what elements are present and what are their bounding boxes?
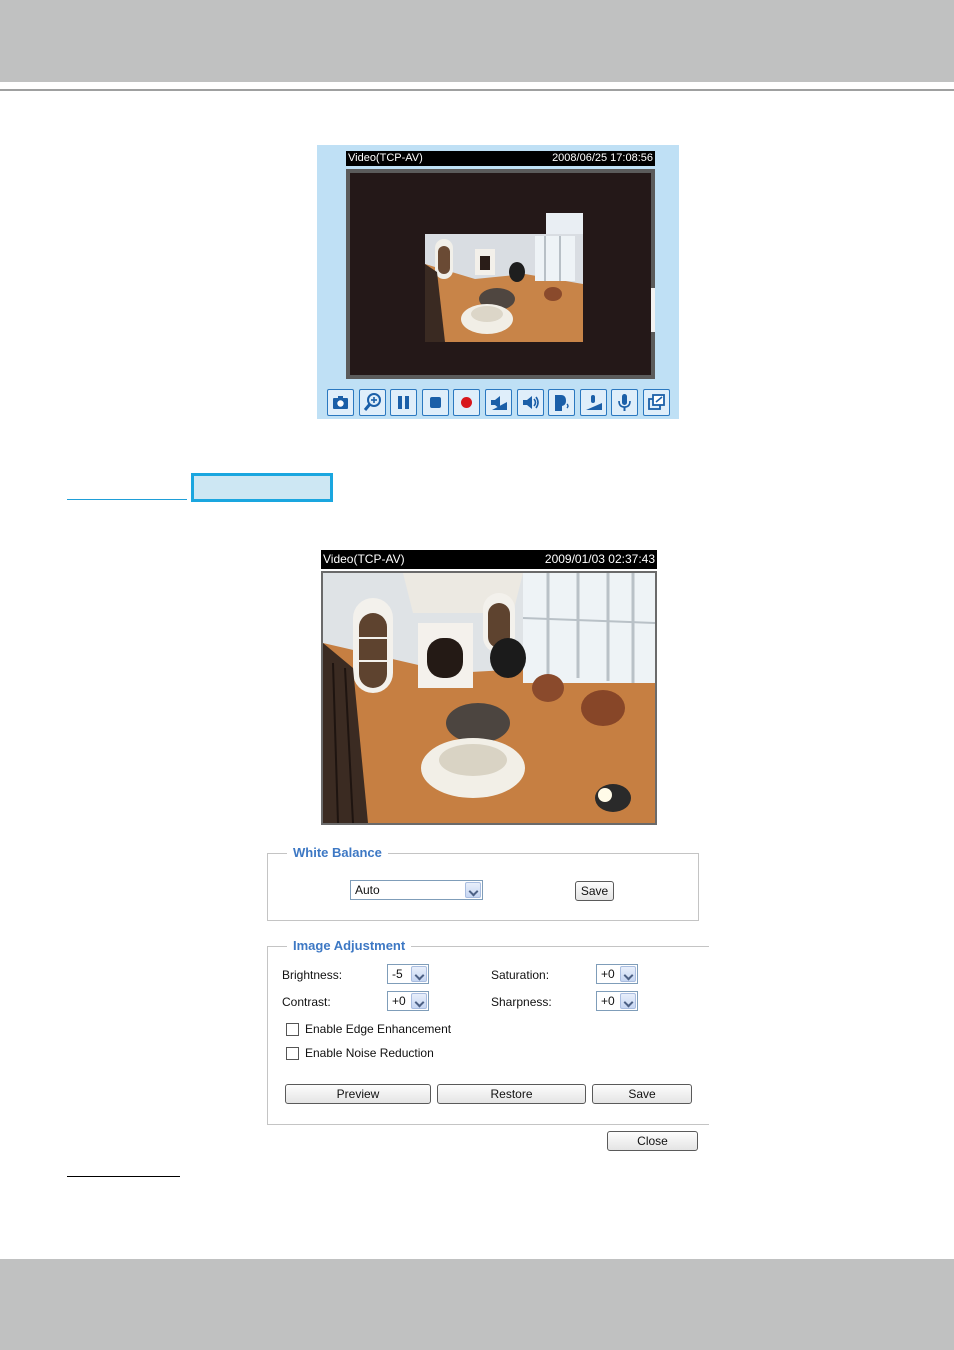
room-image — [425, 234, 583, 342]
white-balance-value: Auto — [355, 883, 380, 897]
video-caption-bar-2: Video(TCP-AV) 2009/01/03 02:37:43 — [321, 550, 657, 569]
page-header-band — [0, 0, 954, 82]
video-region-fragment — [546, 213, 583, 235]
mic-volume-button[interactable] — [579, 389, 607, 416]
record-button[interactable] — [453, 389, 481, 416]
snapshot-icon — [333, 396, 348, 409]
contrast-value: +0 — [392, 994, 406, 1008]
mute-button[interactable] — [516, 389, 544, 416]
digital-zoom-button[interactable] — [358, 389, 386, 416]
chevron-down-icon — [411, 993, 427, 1009]
section-heading-highlight — [191, 473, 333, 502]
image-adjustment-save-button[interactable]: Save — [592, 1084, 692, 1104]
snapshot-button[interactable] — [327, 389, 354, 416]
video-timestamp: 2008/06/25 17:08:56 — [552, 152, 653, 164]
video-timestamp-2: 2009/01/03 02:37:43 — [544, 552, 655, 566]
video-caption-bar: Video(TCP-AV) 2008/06/25 17:08:56 — [346, 151, 655, 166]
header-rule — [0, 89, 954, 91]
microphone-icon — [618, 394, 632, 411]
talk-button[interactable] — [548, 389, 576, 416]
edge-enhancement-checkbox[interactable] — [286, 1023, 299, 1036]
brightness-value: -5 — [392, 967, 403, 981]
brightness-label: Brightness: — [282, 968, 343, 982]
stop-button[interactable] — [421, 389, 449, 416]
stream-label: Video(TCP-AV) — [348, 152, 423, 164]
microphone-button[interactable] — [611, 389, 639, 416]
stop-icon — [429, 397, 441, 408]
digital-zoom-icon — [363, 393, 381, 411]
image-adjustment-panel: Image Adjustment Brightness: -5 Saturati… — [267, 938, 709, 1125]
volume-button[interactable] — [485, 389, 512, 416]
noise-reduction-checkbox[interactable] — [286, 1047, 299, 1060]
record-icon — [461, 397, 473, 408]
image-adjustment-legend: Image Adjustment — [287, 938, 412, 954]
sharpness-label: Sharpness: — [491, 995, 552, 1009]
video-preview-region — [425, 234, 583, 342]
pause-icon — [398, 396, 410, 409]
contrast-label: Contrast: — [282, 995, 331, 1009]
chevron-down-icon — [411, 966, 427, 982]
chevron-down-icon — [620, 993, 636, 1009]
mute-icon — [522, 396, 539, 409]
video-edge-strip — [651, 288, 655, 332]
brightness-select[interactable]: -5 — [387, 964, 429, 984]
stream-label-2: Video(TCP-AV) — [323, 552, 405, 566]
edge-enhancement-label: Enable Edge Enhancement — [305, 1022, 452, 1036]
video-frame — [346, 169, 655, 379]
white-balance-save-button[interactable]: Save — [575, 881, 614, 901]
noise-reduction-label: Enable Noise Reduction — [305, 1046, 434, 1060]
sharpness-value: +0 — [601, 994, 615, 1008]
volume-icon — [491, 396, 507, 410]
live-view-panel: Video(TCP-AV) 2008/06/25 17:08:56 — [317, 145, 679, 419]
section-heading-underline — [67, 499, 187, 500]
video-area-2[interactable] — [323, 573, 655, 823]
fullscreen-button[interactable] — [643, 389, 670, 416]
saturation-value: +0 — [601, 967, 615, 981]
mic-volume-icon — [585, 395, 602, 410]
room-image-2 — [323, 573, 655, 823]
white-balance-panel: White Balance Auto Save — [267, 845, 699, 921]
white-balance-legend: White Balance — [287, 845, 388, 861]
white-balance-select[interactable]: Auto — [350, 880, 483, 900]
saturation-select[interactable]: +0 — [596, 964, 638, 984]
saturation-label: Saturation: — [491, 968, 550, 982]
sharpness-select[interactable]: +0 — [596, 991, 638, 1011]
video-area[interactable] — [350, 173, 655, 375]
fullscreen-icon — [648, 394, 665, 410]
talk-icon — [555, 395, 569, 411]
restore-button[interactable]: Restore — [437, 1084, 586, 1104]
note-heading-underline — [67, 1176, 180, 1177]
video-frame-2 — [321, 571, 657, 825]
close-button[interactable]: Close — [607, 1131, 698, 1151]
preview-button[interactable]: Preview — [285, 1084, 431, 1104]
contrast-select[interactable]: +0 — [387, 991, 429, 1011]
page-footer-band — [0, 1259, 954, 1350]
pause-button[interactable] — [390, 389, 418, 416]
chevron-down-icon — [620, 966, 636, 982]
chevron-down-icon — [465, 882, 481, 898]
